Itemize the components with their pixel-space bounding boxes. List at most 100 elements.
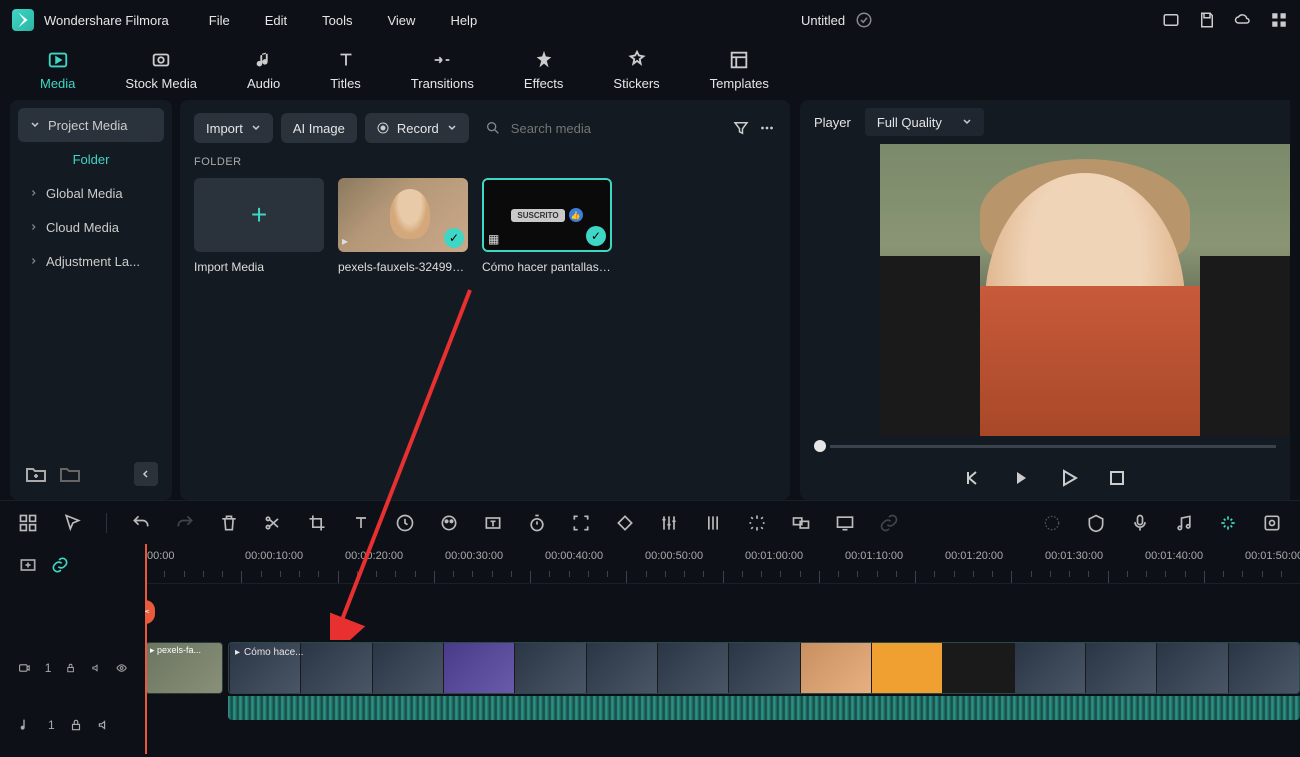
add-track-icon[interactable] [18,555,38,575]
tab-templates[interactable]: Templates [690,45,789,95]
music-icon[interactable] [1174,513,1194,533]
playhead[interactable]: ✂ [145,544,147,754]
timeline-toolbar [0,500,1300,544]
text-icon[interactable] [351,513,371,533]
grid-icon[interactable] [1270,11,1288,29]
effects-tool-icon[interactable] [747,513,767,533]
markers-icon[interactable] [1086,513,1106,533]
sidebar-adjustment-layer[interactable]: Adjustment La... [18,244,164,278]
chevron-down-icon [251,123,261,133]
render-icon[interactable] [1218,513,1238,533]
menu-edit[interactable]: Edit [265,13,287,28]
search-icon [485,120,501,136]
tab-stock-media[interactable]: Stock Media [105,45,217,95]
sidebar-global-media[interactable]: Global Media [18,176,164,210]
new-folder-icon[interactable] [24,462,48,486]
timeline-clip-1[interactable]: ▸ pexels-fa... [145,642,223,694]
menu-view[interactable]: View [387,13,415,28]
preview-scrubber[interactable] [800,436,1290,456]
crop-icon[interactable] [307,513,327,533]
tab-effects[interactable]: Effects [504,45,584,95]
sidebar-folder[interactable]: Folder [18,142,164,176]
link-tracks-icon[interactable] [50,555,70,575]
play-button[interactable] [1057,466,1081,490]
tab-transitions[interactable]: Transitions [391,45,494,95]
cloud-icon[interactable] [1234,11,1252,29]
redo-icon[interactable] [175,513,195,533]
stickers-icon [626,49,648,71]
chevron-down-icon [962,117,972,127]
timeline-ruler[interactable]: 00:00 00:00:10:00 00:00:20:00 00:00:30:0… [145,544,1300,584]
adjust-icon[interactable] [659,513,679,533]
ai-image-button[interactable]: AI Image [281,113,357,143]
used-check-icon: ✓ [444,228,464,248]
filter-icon[interactable] [732,119,750,137]
media-tile-como[interactable]: SUSCRITO 👍 ▦ ✓ Cómo hacer pantallas ... [482,178,612,274]
lock-icon[interactable] [65,661,76,675]
apps-icon[interactable] [18,513,38,533]
import-button[interactable]: Import [194,113,273,143]
video-badge-icon: ▦ [488,232,499,246]
delete-icon[interactable] [219,513,239,533]
menu-tools[interactable]: Tools [322,13,352,28]
save-icon[interactable] [1198,11,1216,29]
speed-icon[interactable] [395,513,415,533]
search-input-wrapper[interactable] [477,120,724,136]
text-box-icon[interactable] [483,513,503,533]
stop-button[interactable] [1105,466,1129,490]
monitor-icon[interactable] [835,513,855,533]
audio-waveform[interactable] [228,696,1300,720]
color-icon[interactable] [439,513,459,533]
undo-icon[interactable] [131,513,151,533]
folder-icon[interactable] [58,462,82,486]
tab-media[interactable]: Media [20,45,95,95]
video-preview [880,144,1290,436]
link-icon[interactable] [879,513,899,533]
layout-icon[interactable] [1162,11,1180,29]
mic-icon[interactable] [1130,513,1150,533]
tab-audio[interactable]: Audio [227,45,300,95]
used-check-icon: ✓ [586,226,606,246]
timeline-clip-2[interactable]: ▸ Cómo hace... [228,642,1300,694]
expand-icon[interactable] [571,513,591,533]
collapse-sidebar-icon[interactable] [134,462,158,486]
mute-icon[interactable] [91,661,102,675]
cursor-icon[interactable] [62,513,82,533]
tab-stickers[interactable]: Stickers [593,45,679,95]
eye-icon[interactable] [116,661,127,675]
folder-section-label: FOLDER [194,156,776,168]
mute-icon[interactable] [97,718,111,732]
audio-track-header[interactable]: 1 [0,697,145,754]
lock-icon[interactable] [69,718,83,732]
prev-frame-button[interactable] [961,466,985,490]
video-track-header[interactable]: 1 [0,640,145,697]
video-track-icon [18,660,31,676]
mixer-icon[interactable] [703,513,723,533]
more-icon[interactable] [758,119,776,137]
menu-help[interactable]: Help [450,13,477,28]
tab-titles[interactable]: Titles [310,45,381,95]
player-label: Player [814,115,851,130]
sidebar-cloud-media[interactable]: Cloud Media [18,210,164,244]
search-input[interactable] [511,121,716,136]
import-media-tile[interactable]: + Import Media [194,178,324,274]
keyframe-icon[interactable] [615,513,635,533]
chevron-down-icon [30,120,40,130]
media-icon [47,49,69,71]
app-name: Wondershare Filmora [44,13,169,28]
sidebar-project-media[interactable]: Project Media [18,108,164,142]
timer-icon[interactable] [527,513,547,533]
record-button[interactable]: Record [365,113,469,143]
app-logo [12,9,34,31]
target-icon[interactable] [1042,513,1062,533]
project-title: Untitled [801,13,845,28]
media-tile-pexels[interactable]: ▸ ✓ pexels-fauxels-324993... [338,178,468,274]
capture-icon[interactable] [1262,513,1282,533]
saved-icon [855,11,873,29]
menu-file[interactable]: File [209,13,230,28]
templates-icon [728,49,750,71]
quality-select[interactable]: Full Quality [865,108,984,136]
group-icon[interactable] [791,513,811,533]
split-icon[interactable] [263,513,283,533]
step-back-button[interactable] [1009,466,1033,490]
